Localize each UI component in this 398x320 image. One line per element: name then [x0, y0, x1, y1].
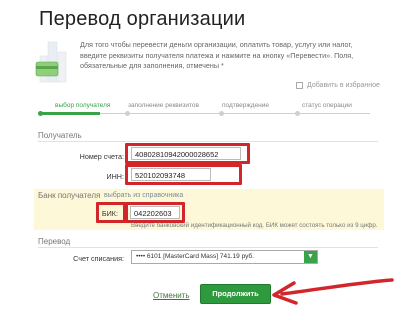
step-label-3: подтверждение [222, 102, 269, 109]
step-dot-1 [38, 111, 43, 116]
recipient-section-title: Получатель [38, 131, 82, 140]
step-label-1: выбор получателя [55, 102, 111, 109]
organization-illustration-icon [35, 41, 67, 83]
choose-from-directory-link[interactable]: выбрать из справочника [104, 192, 183, 199]
favorites-label: Добавить в избранное [307, 82, 380, 89]
debit-account-value: •••• 6101 [MasterCard Mass] 741.19 руб. [136, 253, 254, 260]
page-title: Перевод организации [39, 8, 246, 30]
account-number-input[interactable]: 40802810942000028652 [131, 147, 241, 160]
inn-input[interactable]: 520102093748 [131, 168, 211, 181]
bik-hint: Введите банковский идентификационный код… [131, 222, 378, 229]
step-label-2: заполнение реквизитов [128, 102, 199, 109]
debit-account-label: Счет списания: [73, 254, 124, 263]
chevron-down-icon[interactable]: ▼ [304, 251, 317, 263]
intro-text: Для того чтобы перевести деньги организа… [80, 40, 354, 70]
cancel-link[interactable]: Отменить [153, 291, 190, 300]
step-label-4: статус операции [302, 102, 352, 109]
bank-section-title: Банк получателя [38, 191, 101, 200]
account-label: Номер счета: [79, 152, 124, 161]
transfer-section-title: Перевод [38, 237, 71, 246]
transfer-divider [38, 247, 378, 248]
bik-label: БИК: [101, 209, 118, 218]
favorite-checkbox-icon [296, 82, 303, 89]
step-dot-4 [295, 111, 300, 116]
debit-account-select[interactable]: •••• 6101 [MasterCard Mass] 741.19 руб. … [131, 250, 318, 264]
recipient-divider [38, 141, 378, 142]
step-dot-3 [219, 111, 224, 116]
add-to-favorites[interactable]: Добавить в избранное [296, 82, 380, 89]
arrow-annotation-icon [272, 278, 394, 305]
continue-button[interactable]: Продолжить [200, 284, 271, 304]
inn-label: ИНН: [106, 172, 124, 181]
progress-done [40, 112, 100, 115]
bik-input[interactable]: 042202603 [130, 206, 180, 219]
step-dot-2 [125, 111, 130, 116]
